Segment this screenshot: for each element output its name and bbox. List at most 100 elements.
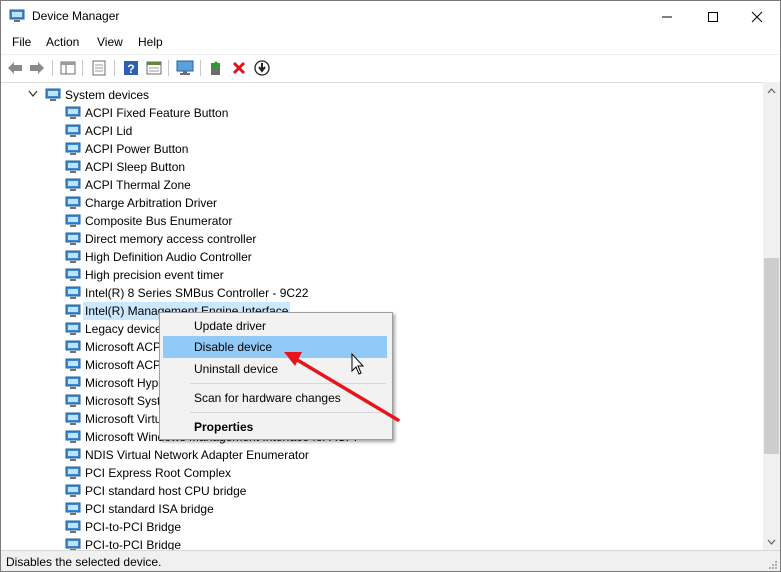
- menu-properties[interactable]: Properties: [163, 416, 387, 438]
- device-label: PCI standard host CPU bridge: [85, 484, 247, 498]
- update-driver-button[interactable]: [207, 59, 225, 77]
- help-button[interactable]: ?: [122, 59, 140, 77]
- menu-scan-hardware-changes[interactable]: Scan for hardware changes: [163, 387, 387, 409]
- properties-icon: [92, 60, 106, 76]
- close-button[interactable]: [734, 1, 780, 32]
- device-label: Direct memory access controller: [85, 232, 257, 246]
- device-icon: [65, 502, 81, 515]
- device-label: PCI-to-PCI Bridge: [85, 520, 182, 534]
- title-bar[interactable]: Device Manager: [1, 1, 780, 32]
- device-label: ACPI Power Button: [85, 142, 189, 156]
- update-driver-icon: [211, 61, 221, 75]
- device-manager-window: Device Manager File Action View Help ? S…: [0, 0, 781, 572]
- device-manager-icon: [9, 9, 25, 22]
- tree-device-item[interactable]: ACPI Power Button: [65, 140, 188, 158]
- back-arrow-icon: [8, 62, 22, 74]
- tree-device-item[interactable]: NDIS Virtual Network Adapter Enumerator: [65, 446, 309, 464]
- tree-device-item[interactable]: Intel(R) 8 Series SMBus Controller - 9C2…: [65, 284, 308, 302]
- context-menu: Update driver Disable device Uninstall d…: [159, 312, 393, 440]
- category-system-devices[interactable]: System devices: [45, 86, 149, 104]
- tree-device-item[interactable]: Composite Bus Enumerator: [65, 212, 232, 230]
- minimize-button[interactable]: [644, 1, 690, 32]
- toolbar-separator: [114, 60, 115, 76]
- device-icon: [65, 232, 81, 245]
- close-icon: [751, 11, 763, 22]
- device-label: Legacy device: [85, 322, 162, 336]
- device-icon: [65, 178, 81, 191]
- device-icon: [65, 376, 81, 389]
- chevron-down-icon[interactable]: [28, 90, 38, 98]
- scroll-up-button[interactable]: [763, 82, 780, 99]
- device-icon: [65, 394, 81, 407]
- device-label: ACPI Fixed Feature Button: [85, 106, 229, 120]
- computer-monitor-icon: [176, 60, 194, 75]
- status-text: Disables the selected device.: [6, 555, 162, 569]
- menu-file[interactable]: File: [10, 35, 33, 49]
- menu-update-driver[interactable]: Update driver: [163, 315, 387, 337]
- forward-arrow-icon: [30, 62, 44, 74]
- menu-uninstall-device[interactable]: Uninstall device: [163, 358, 387, 380]
- device-label: PCI standard ISA bridge: [85, 502, 214, 516]
- minimize-icon: [662, 16, 672, 17]
- device-label: High Definition Audio Controller: [85, 250, 252, 264]
- tree-device-item[interactable]: Legacy device: [65, 320, 162, 338]
- tree-device-item[interactable]: ACPI Sleep Button: [65, 158, 185, 176]
- scroll-thumb[interactable]: [764, 258, 779, 454]
- vertical-scrollbar[interactable]: [763, 82, 780, 550]
- tree-device-item[interactable]: PCI-to-PCI Bridge: [65, 536, 181, 551]
- scan-hardware-button[interactable]: [176, 59, 194, 77]
- tree-device-item[interactable]: PCI Express Root Complex: [65, 464, 231, 482]
- device-icon: [65, 412, 81, 425]
- disable-device-button[interactable]: [253, 59, 271, 77]
- device-label: ACPI Sleep Button: [85, 160, 186, 174]
- toolbar-separator: [82, 60, 83, 76]
- tree-device-item[interactable]: Direct memory access controller: [65, 230, 256, 248]
- menu-bar: File Action View Help: [1, 32, 780, 53]
- device-icon: [65, 520, 81, 533]
- show-hide-tree-icon: [60, 61, 76, 75]
- tree-device-item[interactable]: PCI standard ISA bridge: [65, 500, 214, 518]
- device-label: High precision event timer: [85, 268, 224, 282]
- device-icon: [65, 196, 81, 209]
- device-icon: [65, 268, 81, 281]
- menu-help[interactable]: Help: [136, 35, 165, 49]
- tree-device-item[interactable]: Charge Arbitration Driver: [65, 194, 217, 212]
- device-icon: [65, 214, 81, 227]
- disable-down-icon: [254, 60, 270, 76]
- view-button[interactable]: [145, 59, 163, 77]
- maximize-button[interactable]: [690, 1, 736, 32]
- show-hide-tree-button[interactable]: [59, 59, 77, 77]
- device-icon: [65, 358, 81, 371]
- menu-view[interactable]: View: [95, 35, 125, 49]
- back-button[interactable]: [6, 59, 24, 77]
- tree-device-item[interactable]: High Definition Audio Controller: [65, 248, 252, 266]
- device-label: ACPI Lid: [85, 124, 133, 138]
- device-label: NDIS Virtual Network Adapter Enumerator: [85, 448, 309, 462]
- device-icon: [65, 340, 81, 353]
- tree-device-item[interactable]: PCI standard host CPU bridge: [65, 482, 246, 500]
- resize-grip-icon[interactable]: [768, 560, 778, 570]
- tree-device-item[interactable]: High precision event timer: [65, 266, 224, 284]
- device-icon: [65, 142, 81, 155]
- device-label: PCI-to-PCI Bridge: [85, 538, 182, 551]
- menu-action[interactable]: Action: [44, 35, 81, 49]
- chevron-down-icon: [767, 539, 776, 545]
- uninstall-device-button[interactable]: [230, 59, 248, 77]
- device-icon: [65, 286, 81, 299]
- device-label: Charge Arbitration Driver: [85, 196, 218, 210]
- forward-button[interactable]: [28, 59, 46, 77]
- device-icon: [65, 322, 81, 335]
- device-icon: [65, 304, 81, 317]
- toolbar-separator: [168, 60, 169, 76]
- tree-device-item[interactable]: ACPI Thermal Zone: [65, 176, 191, 194]
- properties-button[interactable]: [90, 59, 108, 77]
- tree-device-item[interactable]: ACPI Fixed Feature Button: [65, 104, 228, 122]
- menu-disable-device[interactable]: Disable device: [163, 336, 387, 358]
- uninstall-x-icon: [232, 61, 246, 75]
- device-icon: [65, 160, 81, 173]
- tree-device-item[interactable]: PCI-to-PCI Bridge: [65, 518, 181, 536]
- tree-device-item[interactable]: ACPI Lid: [65, 122, 132, 140]
- device-label: Composite Bus Enumerator: [85, 214, 233, 228]
- category-label: System devices: [65, 88, 150, 102]
- scroll-down-button[interactable]: [763, 533, 780, 550]
